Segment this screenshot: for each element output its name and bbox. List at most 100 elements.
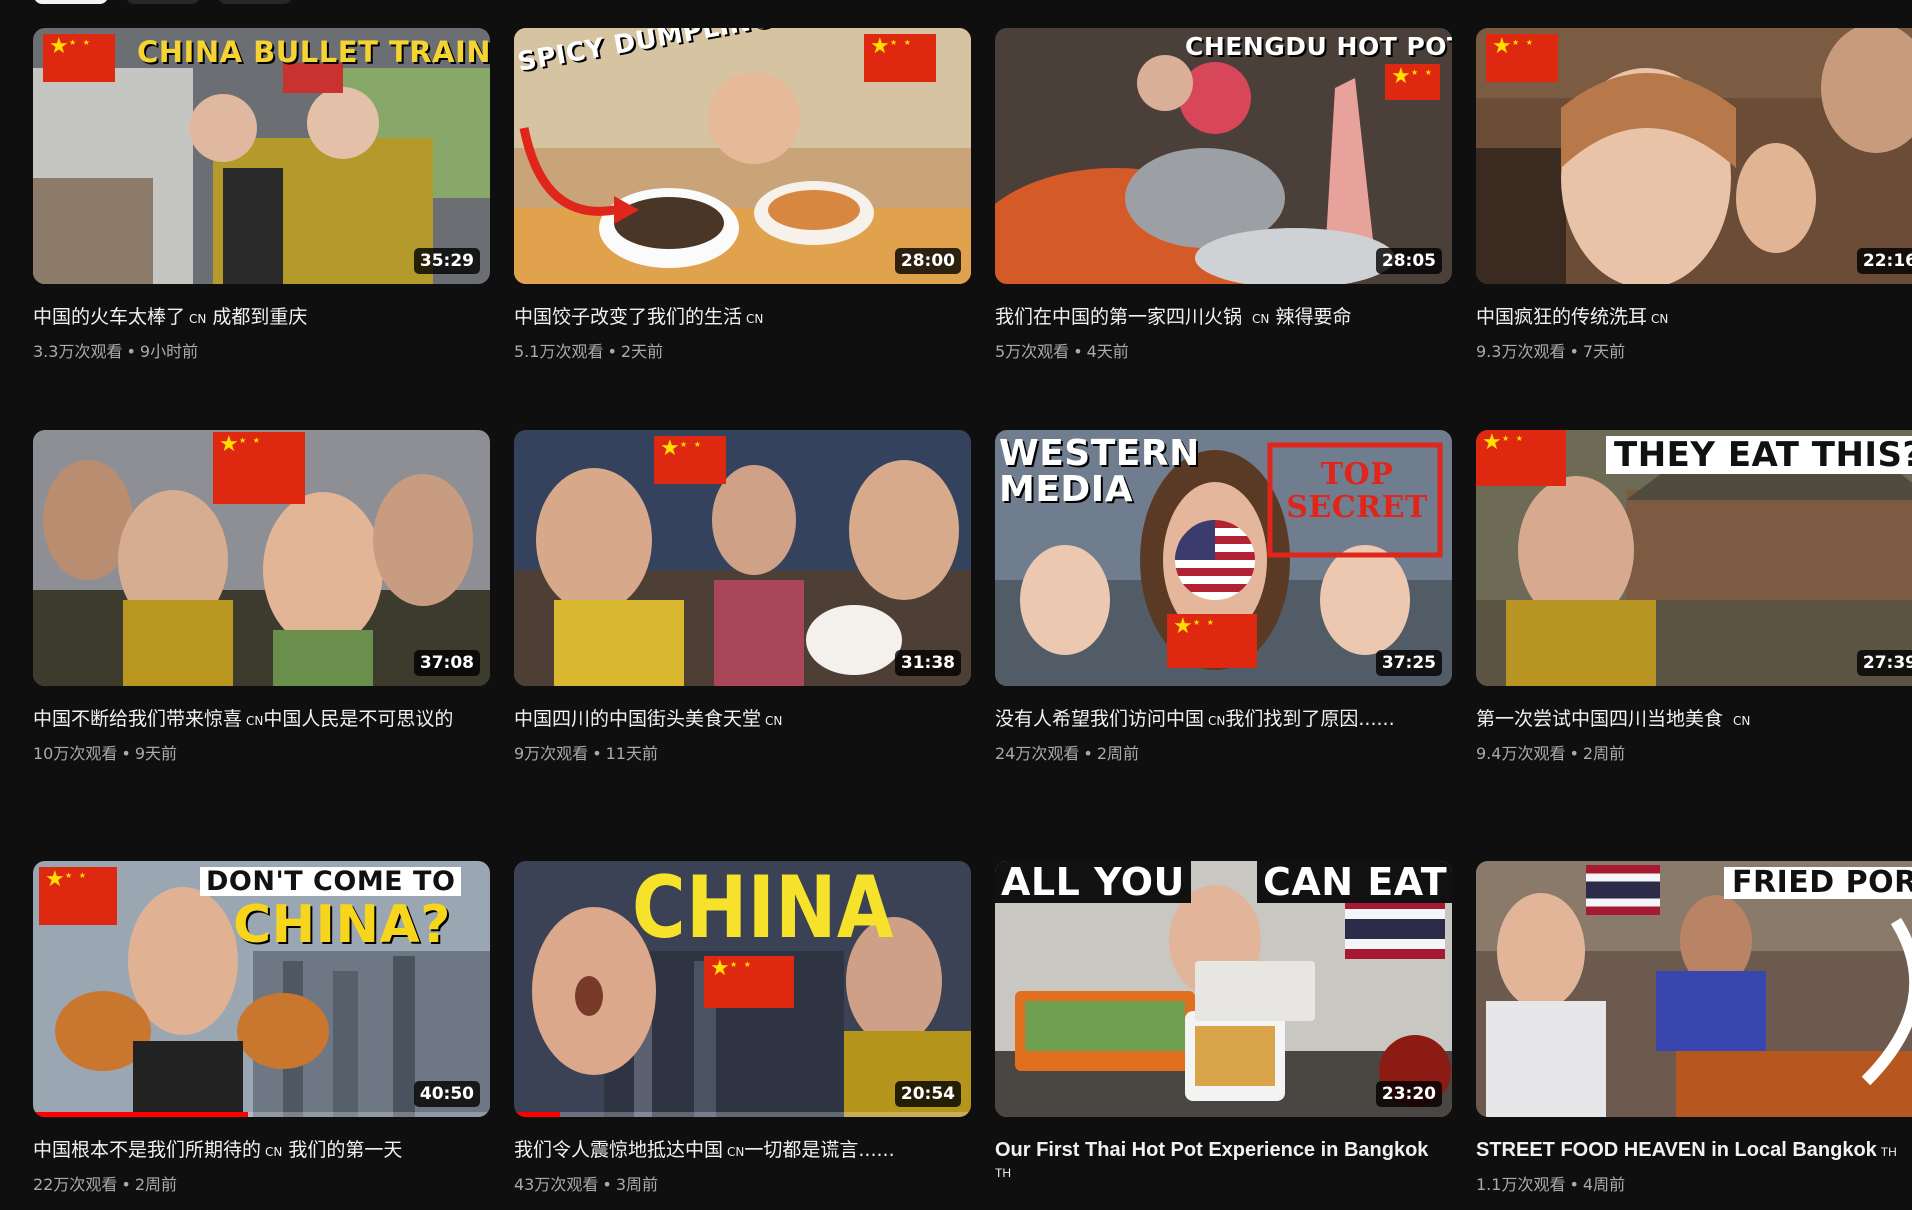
video-thumbnail[interactable]: THEY EAT THIS? 27:39 (1476, 430, 1912, 686)
video-duration: 23:20 (1375, 1081, 1442, 1107)
video-title[interactable]: 中国不断给我们带来惊喜 CN中国人民是不可思议的 (33, 704, 473, 736)
video-card[interactable]: FRIED PORK STREET FOOD HEAVEN in Local B… (1476, 861, 1912, 1201)
thumbnail-caption: CAN EAT (1257, 861, 1452, 903)
video-card[interactable]: WESTERN MEDIA TOP SECRET 37:25 没有人希望我们访问… (995, 430, 1452, 861)
video-thumbnail[interactable]: 22:16 (1476, 28, 1912, 284)
filter-chip[interactable] (218, 0, 292, 4)
china-flag-icon (704, 956, 794, 1008)
upload-age: 4天前 (1086, 342, 1129, 361)
thumbnail-caption: WESTERN (999, 433, 1200, 474)
upload-age: 7天前 (1582, 342, 1626, 361)
video-title[interactable]: 我们令人震惊地抵达中国 CN一切都是谎言...... (514, 1135, 954, 1167)
video-metadata: 5.1万次观看 • 2天前 (514, 342, 664, 361)
thumbnail-caption: MEDIA (999, 469, 1134, 510)
video-thumbnail[interactable]: CHINA BULLET TRAIN 35:29 (33, 28, 490, 284)
video-thumbnail[interactable]: 31:38 (514, 430, 971, 686)
video-card[interactable]: 37:08 中国不断给我们带来惊喜CN中国人民是不可思议的 10万次观看•9天前 (33, 430, 490, 861)
video-metadata: 24万次观看 • 2周前 (995, 744, 1139, 763)
china-flag-icon (43, 34, 115, 82)
video-card[interactable]: SPICY DUMPLINGS 28:00 中国饺子改变了我们的生活CN 5.1… (514, 28, 971, 430)
video-thumbnail[interactable]: SPICY DUMPLINGS 28:00 (514, 28, 971, 284)
video-metadata: 5万次观看 • 4天前 (995, 342, 1129, 361)
china-flag-icon (213, 432, 305, 504)
watch-progress-track (514, 1112, 971, 1117)
china-flag-icon (1385, 64, 1440, 100)
video-thumbnail[interactable]: ALL YOU CAN EAT 23:20 (995, 861, 1452, 1117)
view-count: 43万次观看 (514, 1175, 599, 1194)
video-card[interactable]: ALL YOU CAN EAT 23:20 Our First Thai Hot… (995, 861, 1452, 1201)
video-card[interactable]: CHINA BULLET TRAIN 35:29 中国的火车太棒了CN 成都到重… (33, 28, 490, 430)
video-duration: 27:39 (1856, 650, 1912, 676)
video-title[interactable]: 第一次尝试中国四川当地美食 CN (1476, 704, 1912, 736)
upload-age: 9小时前 (139, 342, 199, 361)
video-thumbnail[interactable]: FRIED PORK (1476, 861, 1912, 1117)
video-duration: 40:50 (413, 1081, 480, 1107)
thumbnail-caption: CHENGDU HOT POT (1185, 32, 1452, 61)
thumbnail-caption: DON'T COME TO (200, 867, 462, 896)
china-flag-icon (39, 867, 117, 925)
video-title[interactable]: STREET FOOD HEAVEN in Local Bangkok TH (1476, 1135, 1912, 1167)
video-card[interactable]: DON'T COME TO CHINA? 40:50 中国根本不是我们所期待的C… (33, 861, 490, 1201)
video-duration: 31:38 (894, 650, 961, 676)
view-count: 9.4万次观看 (1476, 744, 1566, 763)
thumbnail-caption: CHINA? (233, 895, 451, 955)
thailand-flag-icon (1345, 899, 1445, 959)
video-thumbnail[interactable]: WESTERN MEDIA TOP SECRET 37:25 (995, 430, 1452, 686)
filter-chip[interactable] (34, 0, 108, 4)
filter-chip[interactable] (126, 0, 200, 4)
video-grid-page: CHINA BULLET TRAIN 35:29 中国的火车太棒了CN 成都到重… (0, 0, 1912, 1210)
video-metadata: 10万次观看 • 9天前 (33, 744, 177, 763)
video-title[interactable]: 中国的火车太棒了 CN 成都到重庆 (33, 302, 473, 334)
china-flag-icon (1167, 614, 1257, 668)
watch-progress-bar (33, 1112, 248, 1117)
view-count: 3.3万次观看 (33, 342, 123, 361)
video-title[interactable]: 我们在中国的第一家四川火锅 CN 辣得要命 (995, 302, 1435, 334)
video-grid: CHINA BULLET TRAIN 35:29 中国的火车太棒了CN 成都到重… (33, 28, 1912, 1201)
view-count: 5万次观看 (995, 342, 1070, 361)
china-flag-icon (1486, 34, 1558, 82)
video-thumbnail[interactable]: 37:08 (33, 430, 490, 686)
thumbnail-caption: CHINA BULLET TRAIN (137, 35, 490, 69)
thumbnail-image (514, 430, 971, 686)
thumbnail-caption: CHINA (632, 861, 894, 958)
thumbnail-caption: THEY EAT THIS? (1606, 436, 1912, 474)
view-count: 10万次观看 (33, 744, 118, 763)
view-count: 9万次观看 (514, 744, 589, 763)
video-card[interactable]: CHENGDU HOT POT 28:05 我们在中国的第一家四川火锅 CN 辣… (995, 28, 1452, 430)
upload-age: 2天前 (620, 342, 664, 361)
video-card[interactable]: 31:38 中国四川的中国街头美食天堂CN 9万次观看•11天前 (514, 430, 971, 861)
video-metadata: 43万次观看 • 3周前 (514, 1175, 658, 1194)
video-thumbnail[interactable]: DON'T COME TO CHINA? 40:50 (33, 861, 490, 1117)
video-card[interactable]: 22:16 中国疯狂的传统洗耳CN 9.3万次观看•7天前 (1476, 28, 1912, 430)
thumbnail-caption: FRIED PORK (1724, 867, 1912, 899)
view-count: 1.1万次观看 (1476, 1175, 1566, 1194)
upload-age: 4周前 (1582, 1175, 1626, 1194)
video-card[interactable]: CHINA 20:54 我们令人震惊地抵达中国CN一切都是谎言...... 43… (514, 861, 971, 1201)
thumbnail-caption: TOP SECRET (1286, 457, 1428, 525)
video-title[interactable]: 没有人希望我们访问中国 CN我们找到了原因...... (995, 704, 1435, 736)
upload-age: 9天前 (134, 744, 177, 763)
video-title[interactable]: 中国根本不是我们所期待的 CN 我们的第一天 (33, 1135, 473, 1167)
video-duration: 22:16 (1856, 248, 1912, 274)
watch-progress-bar (514, 1112, 560, 1117)
video-thumbnail[interactable]: CHENGDU HOT POT 28:05 (995, 28, 1452, 284)
upload-age: 11天前 (605, 744, 658, 763)
video-title[interactable]: 中国疯狂的传统洗耳 CN (1476, 302, 1912, 334)
china-flag-icon (654, 436, 726, 484)
video-title[interactable]: 中国饺子改变了我们的生活 CN (514, 302, 954, 334)
video-duration: 28:05 (1375, 248, 1442, 274)
filter-chips (34, 0, 292, 4)
thumbnail-image (995, 28, 1452, 284)
upload-age: 3周前 (615, 1175, 658, 1194)
view-count: 5.1万次观看 (514, 342, 604, 361)
video-duration: 28:00 (894, 248, 961, 274)
video-title[interactable]: Our First Thai Hot Pot Experience in Ban… (995, 1135, 1435, 1181)
video-metadata: 1.1万次观看 • 4周前 (1476, 1175, 1626, 1194)
video-duration: 35:29 (413, 248, 480, 274)
video-title[interactable]: 中国四川的中国街头美食天堂 CN (514, 704, 954, 736)
video-card[interactable]: THEY EAT THIS? 27:39 第一次尝试中国四川当地美食 CN 9.… (1476, 430, 1912, 861)
video-thumbnail[interactable]: CHINA 20:54 (514, 861, 971, 1117)
video-metadata: 9.3万次观看 • 7天前 (1476, 342, 1626, 361)
upload-age: 2周前 (134, 1175, 177, 1194)
upload-age: 2周前 (1582, 744, 1626, 763)
